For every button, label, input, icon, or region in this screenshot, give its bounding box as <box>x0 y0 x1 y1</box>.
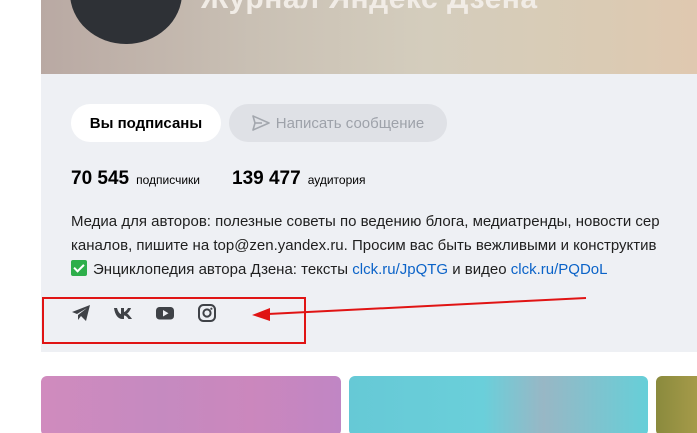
subscribed-button[interactable]: Вы подписаны <box>71 104 221 142</box>
video-link[interactable]: clck.ru/PQDoL <box>511 261 608 278</box>
description-line-3-middle: и видео <box>448 261 511 278</box>
description-line-3: Энциклопедия автора Дзена: тексты clck.r… <box>71 258 697 282</box>
subscribed-button-label: Вы подписаны <box>89 114 203 132</box>
write-message-label: Написать сообщение <box>275 114 425 132</box>
send-icon <box>251 115 270 131</box>
texts-link[interactable]: clck.ru/JpQTG <box>352 261 448 278</box>
checkmark-icon <box>71 260 87 276</box>
page: Журнал Яндекс Дзена Вы подписаны Написат… <box>0 0 697 433</box>
article-thumbnail[interactable] <box>41 376 341 433</box>
description-line-3-prefix: Энциклопедия автора Дзена: тексты <box>93 261 353 278</box>
subscribers-label: подписчики <box>136 173 201 187</box>
channel-stats: 70 545 подписчики 139 477 аудитория <box>71 168 365 190</box>
channel-title: Журнал Яндекс Дзена <box>201 0 538 16</box>
annotation-highlight-box <box>42 297 306 344</box>
audience-count: 139 477 <box>232 168 301 189</box>
write-message-button[interactable]: Написать сообщение <box>229 104 447 142</box>
article-thumbnail[interactable] <box>349 376 648 433</box>
channel-description: Медиа для авторов: полезные советы по ве… <box>71 210 697 282</box>
audience-label: аудитория <box>307 173 366 187</box>
description-line-2: каналов, пишите на top@zen.yandex.ru. Пр… <box>71 237 657 254</box>
article-thumbnail[interactable] <box>656 376 697 433</box>
subscribers-count: 70 545 <box>71 168 130 189</box>
description-line-1: Медиа для авторов: полезные советы по ве… <box>71 213 660 230</box>
